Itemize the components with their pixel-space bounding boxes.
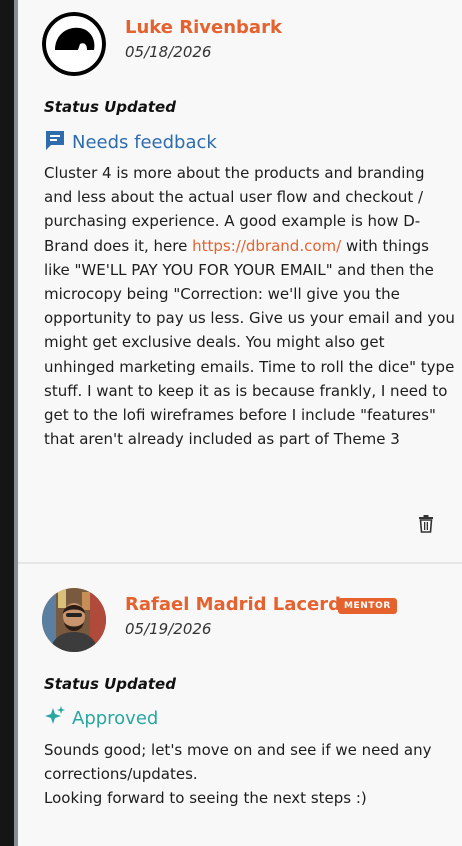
status-label: Needs feedback <box>72 131 217 153</box>
comment-date: 05/18/2026 <box>125 43 212 61</box>
comment-text: Sounds good; let's move on and see if we… <box>44 738 456 811</box>
comment-date: 05/19/2026 <box>125 620 212 638</box>
avatar[interactable] <box>42 588 106 652</box>
status-row: Approved <box>44 705 158 731</box>
status-heading: Status Updated <box>44 98 176 116</box>
comment-link[interactable]: https://dbrand.com/ <box>192 237 341 255</box>
comment-card: Rafael Madrid Lacerda MENTOR 05/19/2026 … <box>18 564 462 846</box>
author-name[interactable]: Rafael Madrid Lacerda <box>125 594 353 615</box>
left-panel-edge <box>0 0 18 846</box>
comment-card: Luke Rivenbark 05/18/2026 Status Updated… <box>18 0 462 564</box>
status-label: Approved <box>72 707 159 729</box>
avatar[interactable] <box>42 12 106 76</box>
comment-text-part: with things like "WE'LL PAY YOU FOR YOUR… <box>44 236 455 449</box>
feedback-icon <box>44 129 66 155</box>
comment-text-line: Sounds good; let's move on and see if we… <box>44 741 432 784</box>
status-row: Needs feedback <box>44 129 217 155</box>
status-heading: Status Updated <box>44 675 176 693</box>
author-name[interactable]: Luke Rivenbark <box>125 17 282 38</box>
mentor-badge: MENTOR <box>338 598 397 614</box>
comment-text-line: Looking forward to seeing the next steps… <box>44 789 367 808</box>
sparkles-icon <box>44 705 66 731</box>
trash-icon[interactable] <box>418 515 434 533</box>
comment-text: Cluster 4 is more about the products and… <box>44 161 456 451</box>
